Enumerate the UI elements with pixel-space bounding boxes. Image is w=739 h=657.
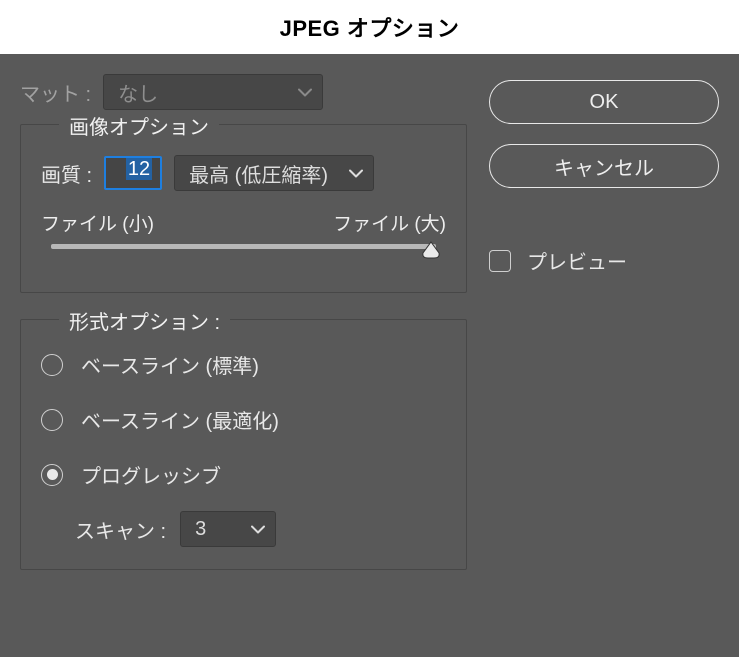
quality-value: 12 <box>126 158 152 180</box>
scan-value: 3 <box>195 518 206 541</box>
scan-select[interactable]: 3 <box>180 511 276 547</box>
radio-icon <box>41 464 63 486</box>
file-large-label: ファイル (大) <box>333 209 446 236</box>
chevron-down-icon <box>251 525 265 535</box>
dialog-content: マット : なし 画像オプション 画質 : 12 最高 (低圧縮率) <box>0 54 739 616</box>
preview-checkbox[interactable]: プレビュー <box>489 246 719 275</box>
radio-label-progressive: プログレッシブ <box>81 460 221 489</box>
slider-labels: ファイル (小) ファイル (大) <box>41 209 446 236</box>
image-options-group: 画像オプション 画質 : 12 最高 (低圧縮率) ファイル (小) ファイル … <box>20 124 467 293</box>
slider-thumb[interactable] <box>420 240 442 260</box>
image-options-legend: 画像オプション <box>59 111 219 140</box>
preview-label: プレビュー <box>527 246 627 275</box>
chevron-down-icon <box>298 88 312 98</box>
quality-input[interactable]: 12 <box>104 156 162 190</box>
format-options-group: 形式オプション : ベースライン (標準) ベースライン (最適化) プログレッ… <box>20 319 467 570</box>
chevron-down-icon <box>349 169 363 179</box>
ok-label: OK <box>590 91 619 114</box>
scan-label: スキャン : <box>75 515 166 544</box>
quality-row: 画質 : 12 最高 (低圧縮率) <box>41 155 446 191</box>
radio-label-baseline-standard: ベースライン (標準) <box>81 350 259 379</box>
matte-label: マット : <box>20 78 91 107</box>
quality-preset-select[interactable]: 最高 (低圧縮率) <box>174 155 374 191</box>
title-text: JPEG オプション <box>280 11 460 43</box>
matte-row: マット : なし <box>20 74 467 110</box>
matte-select[interactable]: なし <box>103 74 323 110</box>
radio-progressive[interactable]: プログレッシブ <box>41 460 446 489</box>
radio-label-baseline-optimized: ベースライン (最適化) <box>81 405 279 434</box>
cancel-label: キャンセル <box>554 152 654 181</box>
format-options-legend: 形式オプション : <box>59 306 230 335</box>
ok-button[interactable]: OK <box>489 80 719 124</box>
cancel-button[interactable]: キャンセル <box>489 144 719 188</box>
quality-preset-value: 最高 (低圧縮率) <box>189 159 328 188</box>
quality-label: 画質 : <box>41 159 92 188</box>
scan-row: スキャン : 3 <box>75 511 446 547</box>
matte-value: なし <box>118 78 158 107</box>
slider-track <box>51 244 436 249</box>
file-small-label: ファイル (小) <box>41 209 154 236</box>
quality-slider[interactable] <box>41 240 446 270</box>
radio-baseline-standard[interactable]: ベースライン (標準) <box>41 350 446 379</box>
radio-icon <box>41 354 63 376</box>
checkbox-icon <box>489 250 511 272</box>
dialog-title: JPEG オプション <box>0 0 739 54</box>
radio-icon <box>41 409 63 431</box>
radio-baseline-optimized[interactable]: ベースライン (最適化) <box>41 405 446 434</box>
